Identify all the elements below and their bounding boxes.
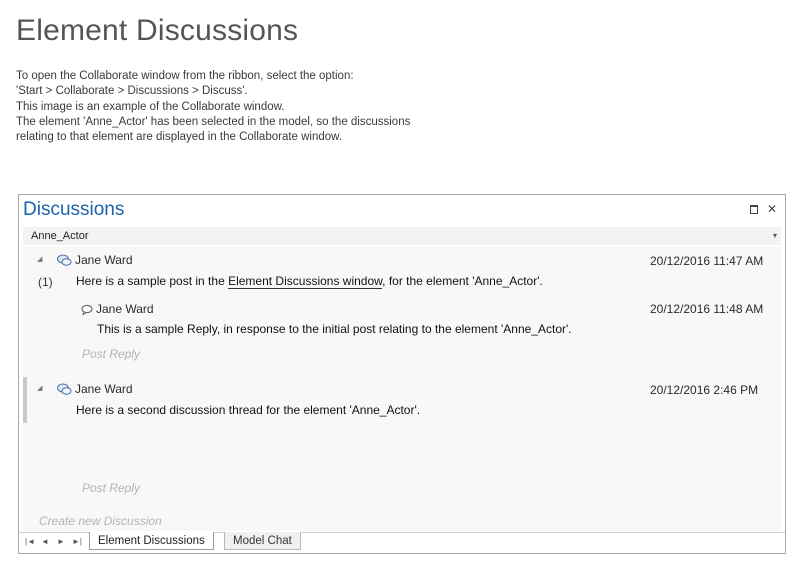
intro-line: To open the Collaborate window from the … [16,70,354,82]
selection-indicator [23,377,27,423]
thread-timestamp: 20/12/2016 2:46 PM [650,383,759,397]
discussion-thread[interactable]: ◢ Jane Ward 20/12/2016 2:46 PM Here is a… [23,373,781,429]
last-tab-icon[interactable]: ►| [72,537,82,546]
reply-text: This is a sample Reply, in response to t… [97,322,572,336]
next-tab-icon[interactable]: ► [57,537,65,546]
close-button[interactable]: ✕ [765,202,779,216]
intro-line: The element 'Anne_Actor' has been select… [16,115,411,128]
collapse-triangle-icon[interactable]: ◢ [37,255,42,263]
post-text: Here is a second discussion thread for t… [76,403,421,417]
create-new-discussion-field[interactable]: Create new Discussion [39,514,162,528]
intro-line: This image is an example of the Collabor… [16,100,285,113]
thread-author: Jane Ward [57,253,133,267]
reply-icon [81,305,93,316]
tab-element-discussions[interactable]: Element Discussions [89,532,214,550]
author-name: Jane Ward [96,302,154,316]
element-discussions-link[interactable]: Element Discussions window [228,274,383,289]
element-name: Anne_Actor [31,230,89,242]
reply-timestamp: 20/12/2016 11:48 AM [650,302,764,316]
intro-text: To open the Collaborate window from the … [16,69,410,145]
discussion-list: ◢ Jane Ward 20/12/2016 11:47 AM (1) Here… [23,247,781,531]
post-reply-field[interactable]: Post Reply [82,481,140,495]
author-name: Jane Ward [75,382,133,396]
reply-count: (1) [38,275,53,289]
chevron-down-icon[interactable]: ▾ [773,227,777,245]
prev-tab-icon[interactable]: ◄ [41,537,49,546]
page-title: Element Discussions [16,14,299,47]
post-text-part: Here is a sample post in the [76,274,229,288]
window-title: Discussions [23,199,125,220]
reply-author: Jane Ward [81,302,154,316]
collaborate-window: Discussions ✕ Anne_Actor ▾ ◢ Jane Ward 2… [18,194,786,554]
thread-timestamp: 20/12/2016 11:47 AM [650,254,764,268]
window-titlebar: Discussions ✕ [19,195,785,225]
post-reply-field[interactable]: Post Reply [82,347,140,361]
post-text: Here is a sample post in the Element Dis… [76,274,543,289]
tab-model-chat[interactable]: Model Chat [224,532,301,550]
maximize-button[interactable] [747,202,761,216]
tab-strip: |◄ ◄ ► ►| Element Discussions Model Chat [19,532,785,553]
author-name: Jane Ward [75,253,133,267]
post-text-part: , for the element 'Anne_Actor'. [382,274,543,288]
intro-line: 'Start > Collaborate > Discussions > Dis… [16,85,248,98]
element-selector[interactable]: Anne_Actor ▾ [23,227,781,245]
intro-line: relating to that element are displayed i… [16,131,343,144]
discussion-icon [57,254,72,267]
discussion-thread[interactable]: ◢ Jane Ward 20/12/2016 11:47 AM (1) Here… [23,247,781,367]
first-tab-icon[interactable]: |◄ [25,537,35,546]
discussion-icon [57,383,72,396]
maximize-icon [750,205,758,214]
thread-author: Jane Ward [57,382,133,396]
collapse-triangle-icon[interactable]: ◢ [37,384,42,392]
